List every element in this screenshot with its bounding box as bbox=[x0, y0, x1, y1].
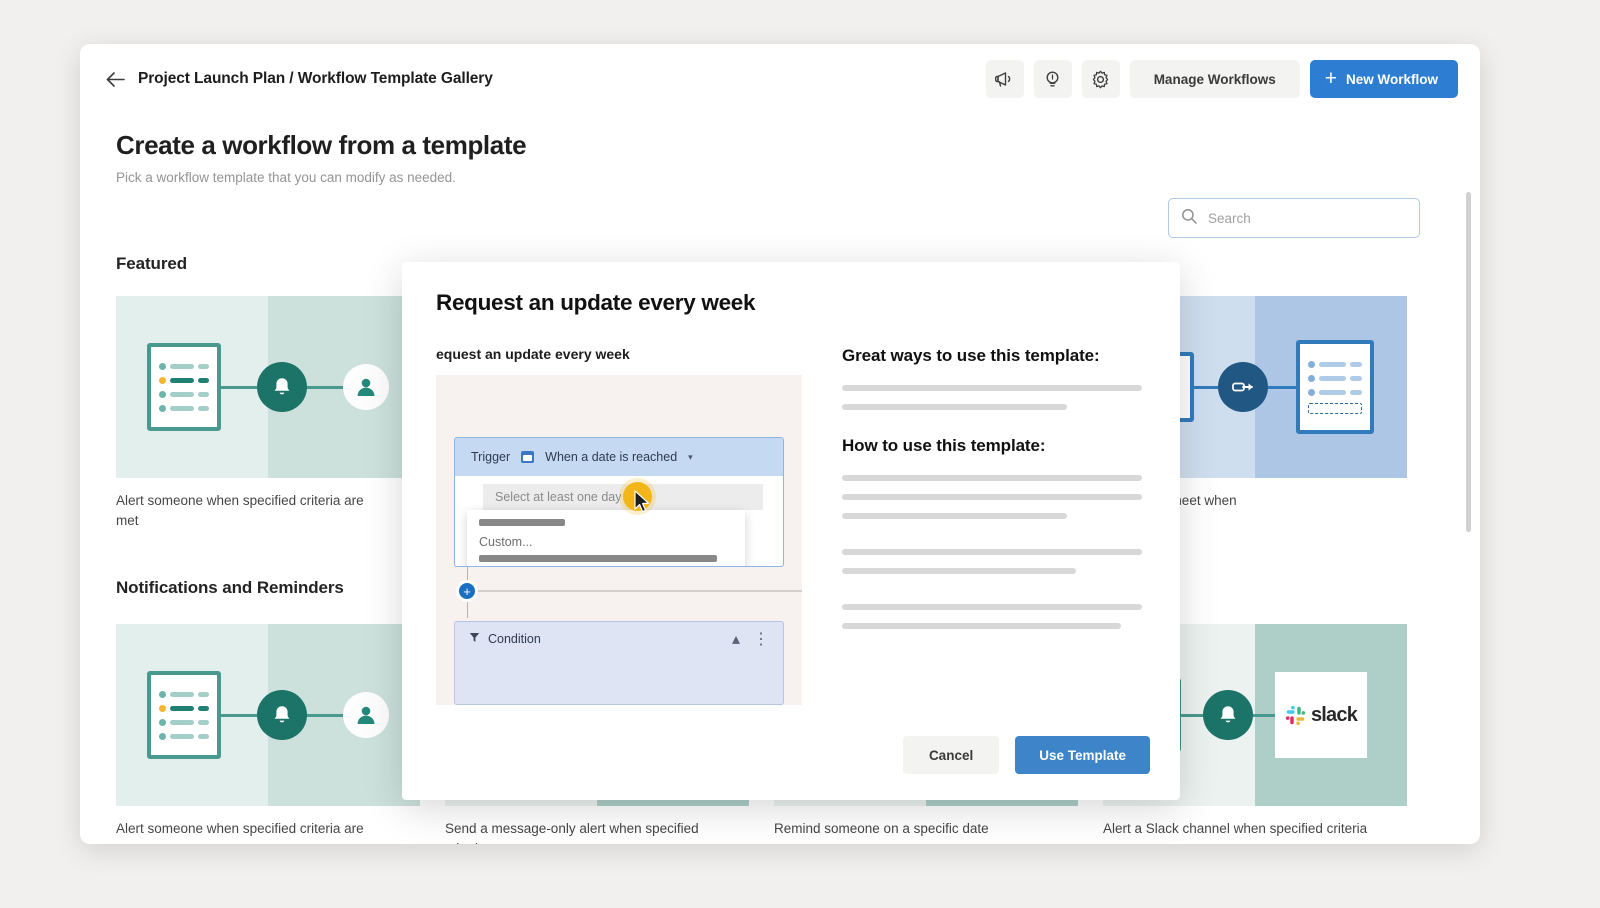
connector-line bbox=[467, 602, 469, 618]
how-to-heading: How to use this template: bbox=[842, 436, 1142, 456]
plus-icon: + bbox=[1325, 68, 1337, 89]
modal-info-column: Great ways to use this template: How to … bbox=[842, 346, 1142, 642]
lightbulb-icon[interactable] bbox=[1034, 60, 1072, 98]
skeleton-line bbox=[842, 475, 1142, 481]
cancel-button[interactable]: Cancel bbox=[903, 736, 999, 774]
app-window: Project Launch Plan / Workflow Template … bbox=[80, 44, 1480, 844]
trigger-header: Trigger When a date is reached ▾ bbox=[455, 438, 783, 476]
connector-line bbox=[467, 567, 469, 581]
condition-header: Condition ▴ ⋮ bbox=[455, 622, 783, 656]
header-actions: Manage Workflows + New Workflow bbox=[986, 60, 1458, 98]
dropdown-skeleton-line bbox=[479, 555, 717, 562]
preview-subtitle: equest an update every week bbox=[436, 346, 802, 362]
megaphone-icon[interactable] bbox=[986, 60, 1024, 98]
gear-icon[interactable] bbox=[1082, 60, 1120, 98]
skeleton-line bbox=[842, 623, 1121, 629]
skeleton-line bbox=[842, 549, 1142, 555]
how-to-skeleton-group bbox=[842, 475, 1142, 629]
breadcrumb[interactable]: Project Launch Plan / Workflow Template … bbox=[138, 70, 493, 88]
skeleton-line bbox=[842, 404, 1067, 410]
trigger-body: Select at least one day Custom... bbox=[455, 476, 783, 566]
dropdown-skeleton-line bbox=[479, 519, 565, 526]
trigger-label: Trigger bbox=[471, 450, 510, 464]
filter-icon bbox=[469, 630, 480, 648]
use-template-button[interactable]: Use Template bbox=[1015, 736, 1150, 774]
workflow-preview-canvas: Trigger When a date is reached ▾ Select … bbox=[436, 375, 802, 705]
chevron-up-icon[interactable]: ▴ bbox=[732, 629, 740, 649]
new-workflow-label: New Workflow bbox=[1346, 72, 1438, 87]
kebab-menu-icon[interactable]: ⋮ bbox=[753, 629, 769, 649]
day-dropdown-panel[interactable]: Custom... bbox=[467, 510, 745, 567]
condition-label: Condition bbox=[488, 632, 541, 646]
skeleton-line bbox=[842, 513, 1067, 519]
calendar-icon bbox=[521, 451, 534, 463]
new-workflow-button[interactable]: + New Workflow bbox=[1310, 60, 1458, 98]
app-header: Project Launch Plan / Workflow Template … bbox=[80, 44, 1480, 114]
modal-title: Request an update every week bbox=[436, 290, 755, 316]
back-arrow-icon[interactable] bbox=[100, 64, 130, 94]
skeleton-line bbox=[842, 568, 1076, 574]
trigger-value[interactable]: When a date is reached bbox=[545, 450, 677, 464]
modal-footer: Cancel Use Template bbox=[903, 736, 1150, 774]
select-day-text: Select at least one day bbox=[495, 490, 621, 504]
skeleton-line bbox=[842, 494, 1142, 500]
great-ways-heading: Great ways to use this template: bbox=[842, 346, 1142, 366]
mouse-cursor-icon bbox=[633, 490, 651, 514]
great-ways-skeleton-group bbox=[842, 385, 1142, 410]
skeleton-line bbox=[842, 604, 1142, 610]
skeleton-line bbox=[842, 385, 1142, 391]
connector-line bbox=[478, 590, 802, 592]
chevron-down-icon[interactable]: ▾ bbox=[688, 452, 693, 463]
clock-icon bbox=[454, 518, 455, 529]
dropdown-item-custom[interactable]: Custom... bbox=[479, 535, 733, 549]
add-step-button[interactable]: + bbox=[456, 580, 478, 602]
template-detail-modal: Request an update every week equest an u… bbox=[402, 262, 1180, 800]
manage-workflows-button[interactable]: Manage Workflows bbox=[1130, 60, 1300, 98]
app-body: Create a workflow from a template Pick a… bbox=[80, 114, 1480, 844]
condition-block[interactable]: Condition ▴ ⋮ bbox=[454, 621, 784, 705]
trigger-block[interactable]: Trigger When a date is reached ▾ Select … bbox=[454, 437, 784, 567]
modal-preview-column: equest an update every week Trigger When… bbox=[436, 346, 802, 705]
